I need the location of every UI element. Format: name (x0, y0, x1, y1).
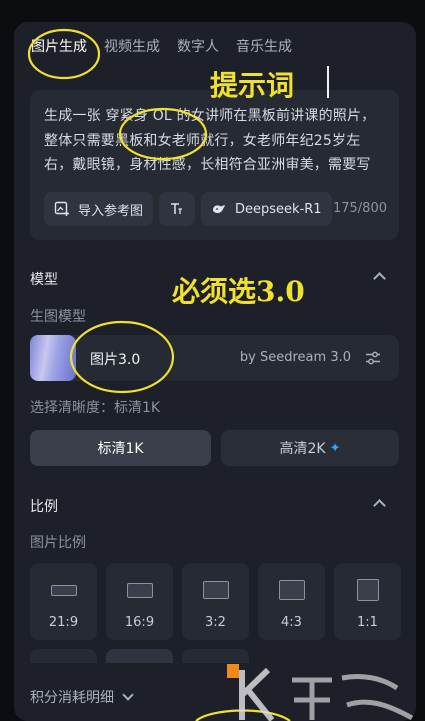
ratio-options-row2 (30, 649, 249, 663)
character-counter: 175/800 (332, 201, 387, 216)
ratio-label: 21:9 (48, 615, 79, 630)
ratio-label: 3:2 (205, 615, 226, 630)
whale-icon (213, 205, 226, 214)
ratio-option-21-9[interactable]: 21:9 (30, 563, 97, 640)
model-sub-label: 生图模型 (30, 309, 86, 325)
tab-video-generation[interactable]: 视频生成 (104, 36, 160, 56)
chevron-down-icon (122, 689, 134, 701)
resolution-label: 选择清晰度：标清1K (30, 400, 161, 416)
import-reference-label: 导入参考图 (78, 203, 144, 219)
text-format-icon (171, 203, 183, 214)
ratio-label: 1:1 (357, 615, 378, 630)
ratio-option-3-2[interactable]: 3:2 (182, 563, 249, 640)
sliders-icon[interactable] (365, 350, 381, 366)
cost-details-label: 积分消耗明细 (30, 690, 114, 706)
model-name: 图片3.0 (90, 352, 141, 368)
chevron-up-icon[interactable] (373, 272, 386, 285)
model-card[interactable]: 图片3.0 by Seedream 3.0 (30, 335, 399, 381)
model-thumbnail (30, 335, 76, 381)
ratio-options: 21:9 16:9 3:2 4:3 1:1 (30, 563, 401, 640)
import-reference-button[interactable]: 导入参考图 (44, 192, 154, 226)
ratio-shape (126, 583, 153, 598)
tab-image-generation[interactable]: 图片生成 (31, 36, 87, 56)
ratio-shape (278, 580, 305, 600)
image-import-icon (54, 201, 69, 216)
ratio-option-16-9[interactable]: 16:9 (106, 563, 173, 640)
ratio-shape (50, 585, 77, 596)
model-provider: by Seedream 3.0 (239, 350, 351, 365)
ratio-shape (202, 581, 229, 599)
ratio-label: 16:9 (124, 615, 155, 630)
resolution-hd-label: 高清2K (279, 441, 326, 457)
chevron-up-icon[interactable] (373, 499, 386, 512)
ratio-option-4-3[interactable]: 4:3 (258, 563, 325, 640)
model-select-button[interactable]: Deepseek-R1 (201, 192, 332, 226)
sparkle-icon: ✦ (329, 440, 341, 456)
ratio-option-partial[interactable] (106, 649, 173, 663)
annotation-prompt-word: 提示词 (210, 69, 295, 102)
tab-music-generation[interactable]: 音乐生成 (236, 36, 292, 56)
generation-panel: 图片生成 视频生成 数字人 音乐生成 生成一张 穿紧身 OL 的女讲师在黑板前讲… (14, 22, 416, 721)
ratio-option-1-1[interactable]: 1:1 (334, 563, 401, 640)
mode-tabs: 图片生成 视频生成 数字人 音乐生成 (31, 36, 309, 56)
ratio-option-partial[interactable] (30, 649, 97, 663)
ratio-shape (356, 579, 379, 601)
ratio-label: 4:3 (281, 615, 302, 630)
watermark-logo (227, 664, 414, 721)
prompt-toolbar: 导入参考图 Deepseek-R1 (44, 192, 332, 226)
ratio-section-title: 比例 (30, 499, 58, 515)
annotation-must-select: 必须选3.0 (172, 275, 305, 308)
model-section-title: 模型 (30, 272, 58, 288)
tab-digital-human[interactable]: 数字人 (177, 36, 219, 56)
cost-details-toggle[interactable]: 积分消耗明细 (30, 687, 134, 707)
prompt-textarea[interactable]: 生成一张 穿紧身 OL 的女讲师在黑板前讲课的照片，整体只需要黑板和女老师就行，… (44, 104, 384, 178)
resolution-sd-label: 标清1K (97, 441, 144, 457)
resolution-hd-button[interactable]: 高清2K ✦ (221, 430, 399, 466)
prompt-box[interactable]: 生成一张 穿紧身 OL 的女讲师在黑板前讲课的照片，整体只需要黑板和女老师就行，… (30, 90, 399, 240)
ratio-sub-label: 图片比例 (30, 535, 86, 551)
text-format-button[interactable] (159, 192, 196, 226)
text-cursor (327, 66, 329, 98)
resolution-sd-button[interactable]: 标清1K (30, 430, 211, 466)
model-select-label: Deepseek-R1 (235, 201, 322, 217)
